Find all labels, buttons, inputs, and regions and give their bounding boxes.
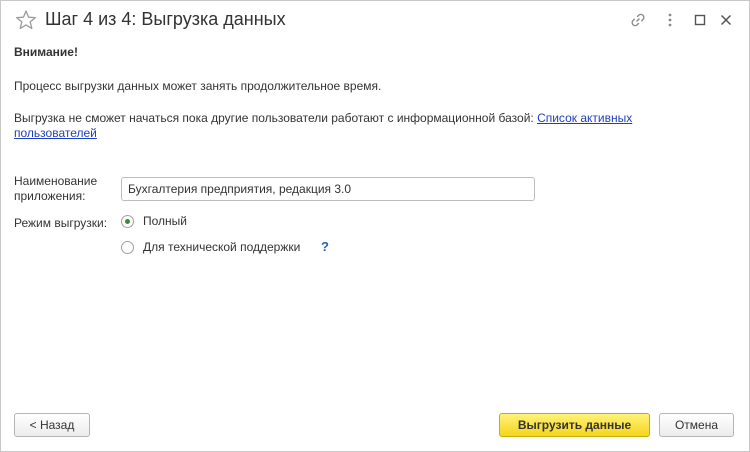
cancel-button[interactable]: Отмена [659,413,734,437]
radio-mode-tech-support-label: Для технической поддержки [143,240,301,254]
title-bar: Шаг 4 из 4: Выгрузка данных [1,1,749,39]
warning-title: Внимание! [14,45,78,59]
close-icon[interactable] [717,11,735,29]
star-icon[interactable] [15,9,37,31]
link-icon[interactable] [629,11,647,29]
app-name-label: Наименование приложения: [14,174,98,203]
help-icon[interactable]: ? [321,239,329,254]
more-icon[interactable] [661,11,679,29]
duration-notice: Процесс выгрузки данных может занять про… [14,79,382,93]
export-data-button[interactable]: Выгрузить данные [499,413,650,437]
active-users-notice-text: Выгрузка не сможет начаться пока другие … [14,111,538,125]
export-mode-label: Режим выгрузки: [14,216,108,230]
maximize-icon[interactable] [691,11,709,29]
active-users-notice: Выгрузка не сможет начаться пока другие … [14,111,694,141]
app-name-input[interactable] [121,177,535,201]
radio-unchecked-icon[interactable] [121,241,134,254]
export-dialog: Шаг 4 из 4: Выгрузка данных Внимание! Пр… [0,0,750,452]
window-title: Шаг 4 из 4: Выгрузка данных [45,9,286,29]
radio-mode-full-label: Полный [143,214,187,228]
back-button[interactable]: < Назад [14,413,90,437]
radio-checked-icon[interactable] [121,215,134,228]
